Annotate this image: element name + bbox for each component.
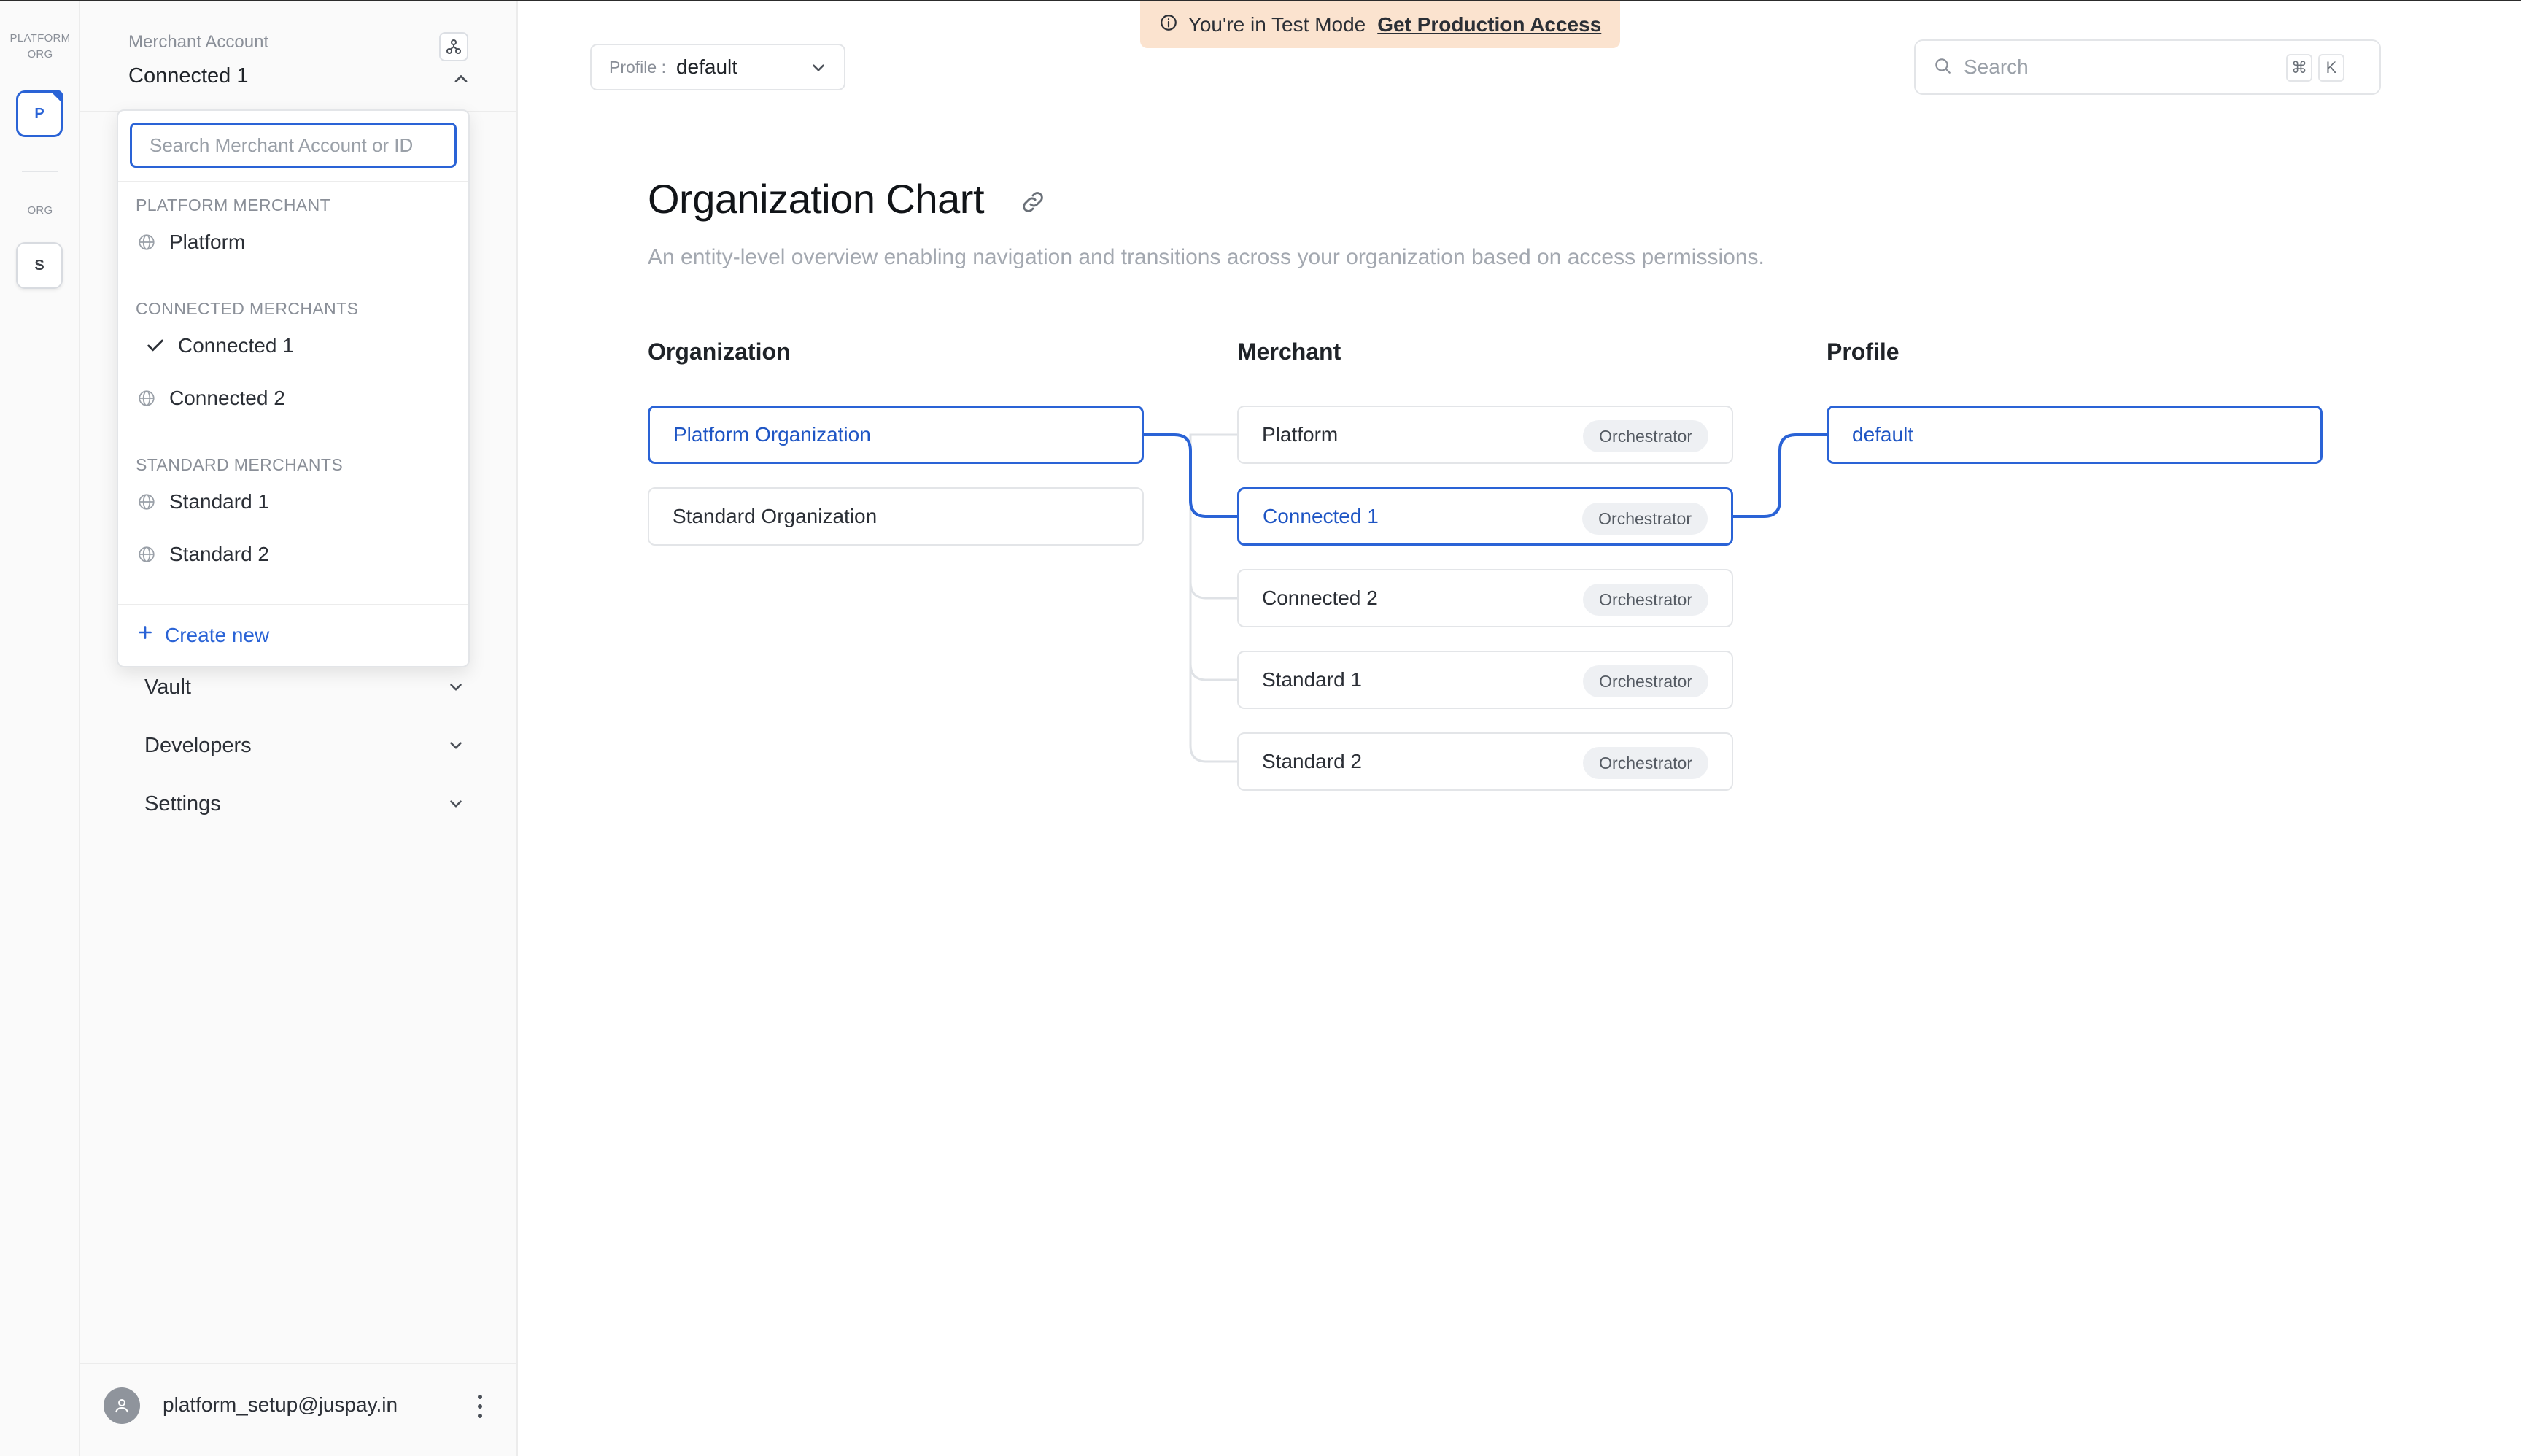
- merchant-node-label: Standard 2: [1262, 750, 1362, 772]
- profile-node-label: default: [1852, 423, 1914, 446]
- merchant-type-badge: Orchestrator: [1583, 747, 1708, 779]
- merchant-type-badge: Orchestrator: [1583, 584, 1708, 616]
- org-node-label: Standard Organization: [673, 505, 878, 527]
- merchant-type-badge: Orchestrator: [1583, 665, 1708, 697]
- merchant-type-badge: Orchestrator: [1583, 420, 1708, 452]
- org-node-label: Platform Organization: [673, 423, 871, 446]
- merchant-node-platform[interactable]: Platform Orchestrator: [1237, 406, 1733, 464]
- org-chart-connectors: [1144, 433, 1827, 763]
- merchant-node-connected-1[interactable]: Connected 1 Orchestrator: [1237, 487, 1733, 546]
- merchant-node-label: Connected 2: [1262, 586, 1378, 609]
- merchant-node-standard-2[interactable]: Standard 2 Orchestrator: [1237, 732, 1733, 791]
- org-node-standard-organization[interactable]: Standard Organization: [648, 487, 1144, 546]
- merchant-node-label: Platform: [1262, 423, 1339, 446]
- merchant-node-standard-1[interactable]: Standard 1 Orchestrator: [1237, 651, 1733, 709]
- merchant-type-badge: Orchestrator: [1582, 503, 1708, 535]
- merchant-node-connected-2[interactable]: Connected 2 Orchestrator: [1237, 569, 1733, 627]
- merchant-node-label: Standard 1: [1262, 668, 1362, 691]
- profile-node-default[interactable]: default: [1827, 406, 2323, 464]
- merchant-node-label: Connected 1: [1263, 505, 1379, 527]
- org-node-platform-organization[interactable]: Platform Organization: [648, 406, 1144, 464]
